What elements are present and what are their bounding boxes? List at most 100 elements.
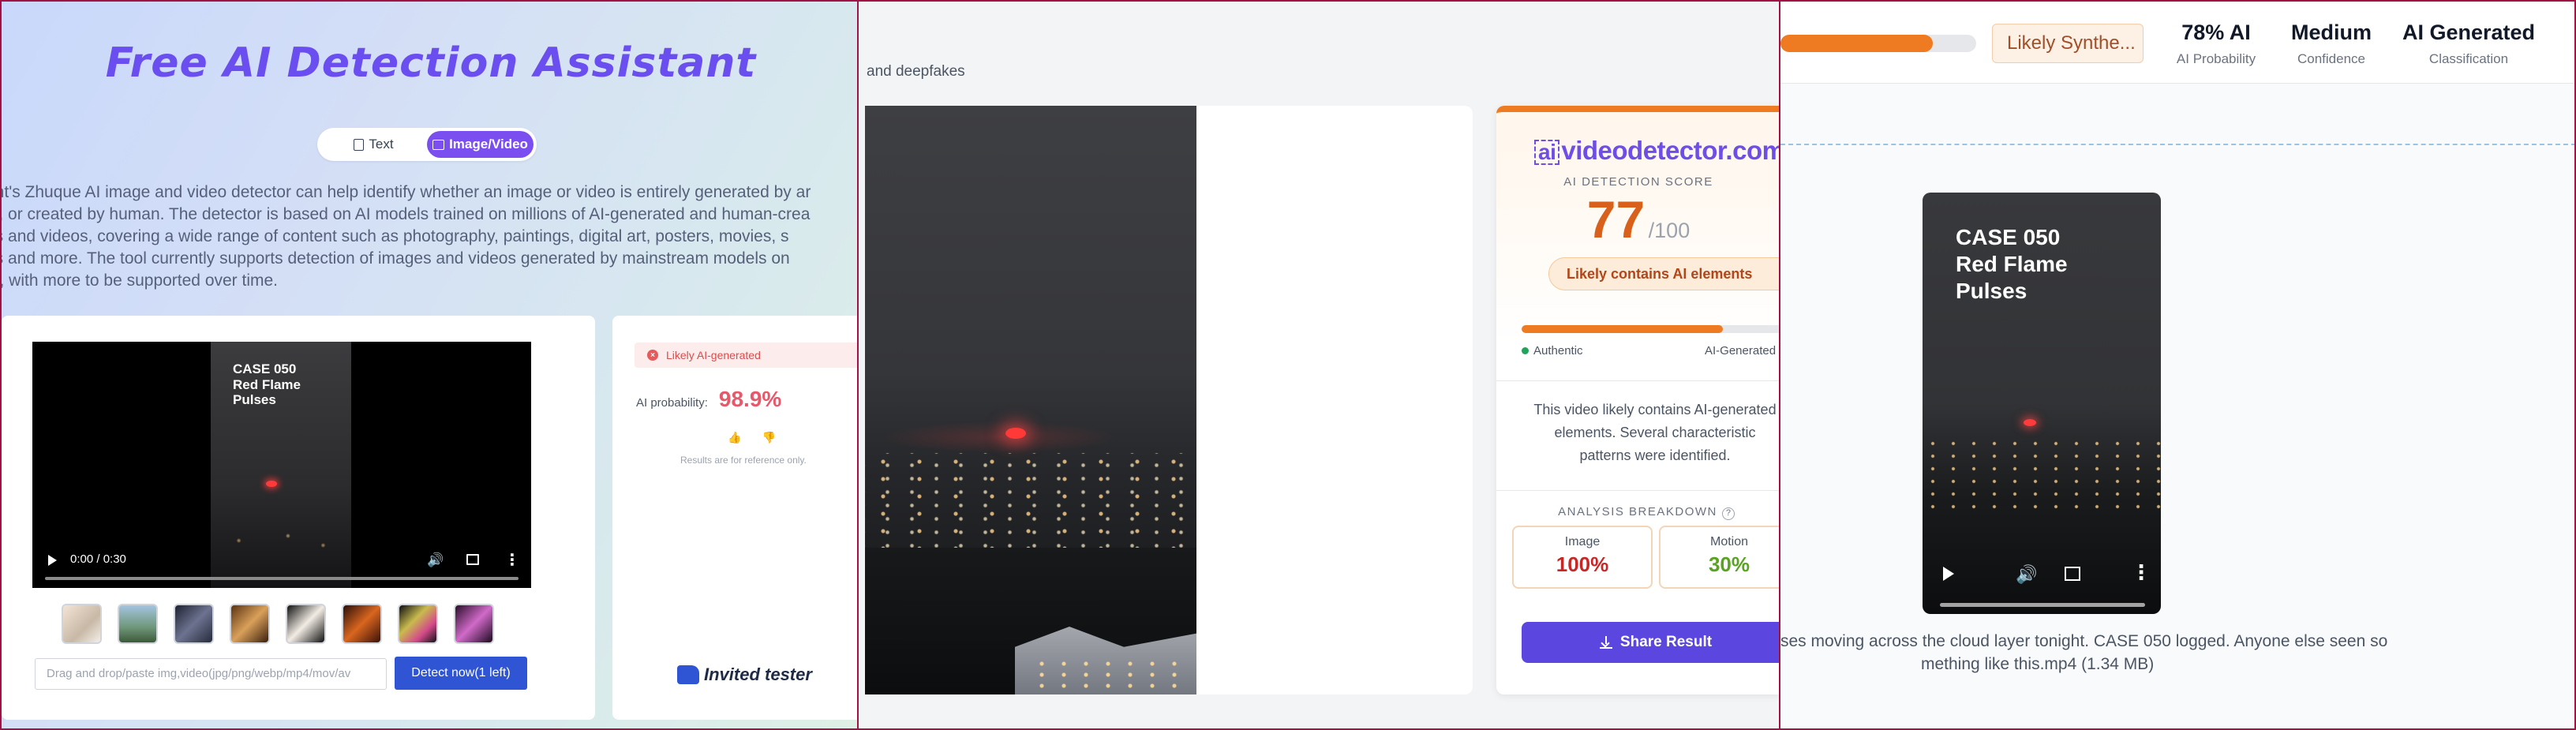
stat-label: AI Probability <box>2176 51 2256 66</box>
description-line: os and more. The tool currently supports… <box>0 249 790 268</box>
volume-icon[interactable]: 🔊 <box>2016 564 2037 585</box>
video-player[interactable]: CASE 050 Red Flame Pulses 🔊 ⋮ <box>1923 193 2161 614</box>
stat-value: 78% AI <box>2181 21 2251 44</box>
share-result-button[interactable]: Share Result <box>1522 622 1779 663</box>
tab-image-video[interactable]: Image/Video <box>427 131 534 158</box>
sample-thumbnail[interactable] <box>342 604 382 644</box>
play-icon[interactable] <box>48 555 57 566</box>
more-options-icon[interactable]: ⋮ <box>504 550 520 570</box>
overlay-line: Red Flame <box>1956 252 2068 276</box>
sample-thumbnail[interactable] <box>118 604 158 644</box>
description-line: es and videos, covering a wide range of … <box>0 227 789 245</box>
metric-label: Motion <box>1709 535 1749 548</box>
badge-label: Likely AI-generated <box>666 349 761 361</box>
house-lights <box>1031 658 1189 690</box>
dashed-divider <box>1780 144 2574 145</box>
video-progress-bar[interactable] <box>45 577 519 580</box>
analysis-summary: This video likely contains AI-generated … <box>1496 380 1779 491</box>
tester-label: Invited tester <box>704 664 812 684</box>
play-icon[interactable] <box>1943 567 1954 581</box>
image-icon <box>432 139 445 150</box>
upload-input[interactable]: Drag and drop/paste img,video(jpg/png/we… <box>35 658 387 690</box>
ai-probability-value: 98.9% <box>718 387 782 411</box>
sample-thumbnail[interactable] <box>398 604 438 644</box>
caption-line: ses moving across the cloud layer tonigh… <box>1780 632 2388 650</box>
video-controls: 0:00 / 0:30 🔊 ⋮ <box>32 541 531 588</box>
video-overlay-text: CASE 050 Red Flame Pulses <box>1956 224 2068 305</box>
reference-note: Results are for reference only. <box>680 455 807 466</box>
sample-thumbnail[interactable] <box>286 604 326 644</box>
overlay-line: Pulses <box>233 392 276 408</box>
red-flame <box>266 481 277 487</box>
thumbs-down-icon[interactable]: 👎 <box>762 431 775 444</box>
ai-generated-badge: × Likely AI-generated <box>635 343 857 368</box>
sample-thumbnail[interactable] <box>454 604 494 644</box>
probability-fill <box>1780 35 1934 52</box>
cloud-glow <box>881 421 1118 453</box>
video-preview[interactable] <box>865 106 1196 694</box>
stat-value: AI Generated <box>2402 21 2536 44</box>
sample-thumbnail[interactable] <box>174 604 214 644</box>
video-overlay-text: CASE 050 Red Flame Pulses <box>233 361 301 408</box>
brand-ai-box: ai <box>1534 140 1560 165</box>
stat-classification: AI Generated Classification <box>2398 21 2540 67</box>
stat-confidence: Medium Confidence <box>2276 21 2387 67</box>
overlay-line: CASE 050 <box>1956 225 2061 249</box>
detect-now-button[interactable]: Detect now(1 left) <box>395 657 527 690</box>
sample-thumbnail[interactable] <box>230 604 270 644</box>
alert-icon: × <box>647 350 658 361</box>
metric-motion: Motion 30% <box>1659 526 1779 589</box>
overlay-line: CASE 050 <box>233 361 297 376</box>
result-card: × Likely AI-generated AI probability: 98… <box>612 316 857 720</box>
stat-value: Medium <box>2290 21 2372 44</box>
zhuque-detector-panel: Free AI Detection Assistant Text Image/V… <box>0 0 859 730</box>
help-icon[interactable]: ? <box>1721 507 1735 520</box>
authenticity-meter <box>1522 325 1779 333</box>
meter-right-label: AI-Generated <box>1705 344 1777 358</box>
summary-line: elements. Several characteristic <box>1554 425 1756 440</box>
summary-line: patterns were identified. <box>1579 447 1731 463</box>
summary-line: This video likely contains AI-generated <box>1533 402 1777 417</box>
mode-toggle: Text Image/Video <box>317 128 537 161</box>
videodetector-panel: and deepfakes ai videodetector.com AI DET… <box>859 0 1780 730</box>
meter-fill <box>1522 325 1723 333</box>
description-line: et, with more to be supported over time. <box>0 271 279 290</box>
volume-icon[interactable]: 🔊 <box>427 552 444 568</box>
video-time: 0:00 / 0:30 <box>70 552 126 566</box>
tab-text[interactable]: Text <box>320 131 427 158</box>
score-value: 77 <box>1586 190 1646 249</box>
red-flame <box>1005 428 1026 439</box>
ai-probability-row: AI probability: 98.9% <box>636 387 781 412</box>
document-icon <box>354 138 365 151</box>
breakdown-label: ANALYSIS BREAKDOWN <box>1558 505 1717 518</box>
meter-left-label: Authentic <box>1522 344 1583 358</box>
share-label: Share Result <box>1619 634 1713 650</box>
score-display: 77 /100 <box>1496 189 1779 249</box>
ai-probability-bar <box>1780 35 1976 52</box>
breakdown-heading: ANALYSIS BREAKDOWN? <box>1496 505 1779 520</box>
sample-thumbnail[interactable] <box>62 604 102 644</box>
score-label: AI DETECTION SCORE <box>1563 175 1713 189</box>
tab-text-label: Text <box>369 137 394 152</box>
header-text-fragment: and deepfakes <box>867 63 965 80</box>
city-lights <box>1923 437 2161 516</box>
metric-image: Image 100% <box>1512 526 1653 589</box>
thumbs-up-icon[interactable]: 👍 <box>728 431 741 444</box>
stat-ai-probability: 78% AI AI Probability <box>2161 21 2271 67</box>
fullscreen-icon[interactable] <box>2065 567 2080 581</box>
more-options-icon[interactable]: ⋮ <box>2131 560 2151 585</box>
ai-probability-label: AI probability: <box>636 396 708 410</box>
score-card: ai videodetector.com AI DETECTION SCORE 7… <box>1496 106 1779 694</box>
overlay-line: Red Flame <box>233 376 301 392</box>
video-player[interactable]: CASE 050 Red Flame Pulses 0:00 / 0:30 🔊 … <box>32 342 531 588</box>
description-line: ent's Zhuque AI image and video detector… <box>0 183 811 201</box>
upload-card: CASE 050 Red Flame Pulses 0:00 / 0:30 🔊 … <box>2 316 595 720</box>
video-progress-bar[interactable] <box>1940 603 2145 607</box>
page-title: Free AI Detection Assistant <box>105 39 757 87</box>
tab-image-video-label: Image/Video <box>449 137 528 152</box>
result-topbar: Likely Synthe... 78% AI AI Probability M… <box>1780 2 2574 84</box>
fullscreen-icon[interactable] <box>466 554 479 565</box>
sample-thumbnails <box>62 604 494 644</box>
tester-logo-icon <box>677 665 699 684</box>
red-flame <box>2024 419 2036 426</box>
